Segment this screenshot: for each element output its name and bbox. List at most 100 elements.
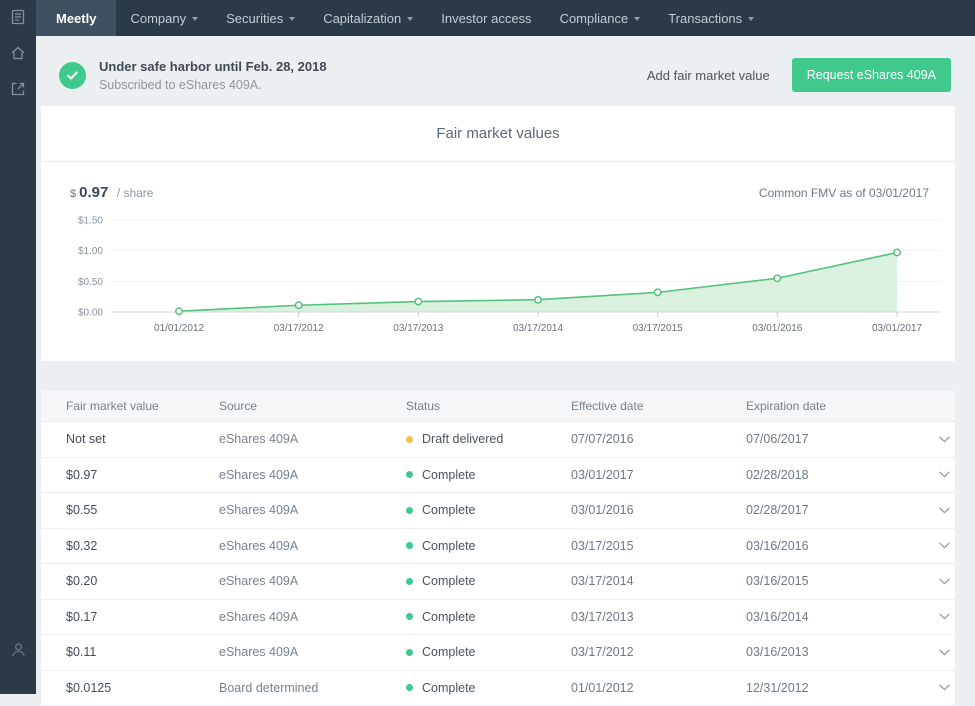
nav-item-label: Capitalization xyxy=(323,11,401,26)
nav-item[interactable]: Securities xyxy=(212,0,309,36)
status-label: Complete xyxy=(422,539,476,553)
effective-date-cell: 03/17/2013 xyxy=(571,610,746,624)
source-cell: eShares 409A xyxy=(219,539,406,553)
svg-text:$1.00: $1.00 xyxy=(78,246,103,257)
header-source: Source xyxy=(219,399,406,413)
effective-date-cell: 01/01/2012 xyxy=(571,681,746,695)
fmv-as-of-note: Common FMV as of 03/01/2017 xyxy=(759,186,929,200)
export-icon[interactable] xyxy=(10,81,26,102)
banner-title: Under safe harbor until Feb. 28, 2018 xyxy=(99,59,327,74)
left-icon-rail xyxy=(0,0,36,694)
svg-text:03/01/2016: 03/01/2016 xyxy=(752,323,802,334)
status-cell: Draft delivered xyxy=(406,432,571,446)
fmv-currency: $ xyxy=(70,188,76,200)
nav-item-label: Securities xyxy=(226,11,283,26)
status-cell: Complete xyxy=(406,503,571,517)
effective-date-cell: 03/01/2016 xyxy=(571,503,746,517)
row-expand-button[interactable] xyxy=(939,684,968,691)
table-row[interactable]: $0.97 eShares 409A Complete 03/01/2017 0… xyxy=(41,458,955,494)
fmv-cell: $0.0125 xyxy=(66,681,219,695)
source-cell: eShares 409A xyxy=(219,645,406,659)
nav-brand[interactable]: Meetly xyxy=(36,0,116,36)
status-cell: Complete xyxy=(406,645,571,659)
user-icon[interactable] xyxy=(10,641,27,663)
table-row[interactable]: $0.11 eShares 409A Complete 03/17/2012 0… xyxy=(41,635,955,671)
status-cell: Complete xyxy=(406,610,571,624)
source-cell: eShares 409A xyxy=(219,432,406,446)
svg-text:03/17/2015: 03/17/2015 xyxy=(633,323,683,334)
nav-item[interactable]: Transactions xyxy=(654,0,768,36)
fmv-unit: / share xyxy=(117,186,154,200)
status-cell: Complete xyxy=(406,574,571,588)
fmv-card: Fair market values $0.97 / share Common … xyxy=(41,106,955,361)
status-dot-icon xyxy=(406,578,413,585)
status-label: Complete xyxy=(422,645,476,659)
effective-date-cell: 03/17/2014 xyxy=(571,574,746,588)
expiration-date-cell: 03/16/2014 xyxy=(746,610,939,624)
banner-subtitle: Subscribed to eShares 409A. xyxy=(99,78,327,92)
row-expand-button[interactable] xyxy=(939,542,968,549)
status-label: Draft delivered xyxy=(422,432,503,446)
row-expand-button[interactable] xyxy=(939,471,968,478)
expiration-date-cell: 03/16/2013 xyxy=(746,645,939,659)
row-expand-button[interactable] xyxy=(939,613,968,620)
expiration-date-cell: 02/28/2018 xyxy=(746,468,939,482)
status-dot-icon xyxy=(406,507,413,514)
fmv-table: Fair market value Source Status Effectiv… xyxy=(41,391,955,706)
request-eshares-409a-button[interactable]: Request eShares 409A xyxy=(792,58,951,92)
status-label: Complete xyxy=(422,468,476,482)
home-icon[interactable] xyxy=(10,45,26,66)
table-row[interactable]: $0.20 eShares 409A Complete 03/17/2014 0… xyxy=(41,564,955,600)
documents-icon[interactable] xyxy=(10,9,26,30)
table-row[interactable]: $0.17 eShares 409A Complete 03/17/2013 0… xyxy=(41,600,955,636)
table-header-row: Fair market value Source Status Effectiv… xyxy=(41,391,955,422)
header-status: Status xyxy=(406,399,571,413)
status-dot-icon xyxy=(406,436,413,443)
effective-date-cell: 03/17/2012 xyxy=(571,645,746,659)
fmv-cell: $0.17 xyxy=(66,610,219,624)
fmv-cell: Not set xyxy=(66,432,219,446)
table-row[interactable]: Not set eShares 409A Draft delivered 07/… xyxy=(41,422,955,458)
status-label: Complete xyxy=(422,574,476,588)
status-dot-icon xyxy=(406,471,413,478)
header-expiration-date: Expiration date xyxy=(746,399,939,413)
fmv-cell: $0.32 xyxy=(66,539,219,553)
row-expand-button[interactable] xyxy=(939,649,968,656)
effective-date-cell: 03/17/2015 xyxy=(571,539,746,553)
status-dot-icon xyxy=(406,649,413,656)
nav-item-label: Company xyxy=(130,11,186,26)
nav-item-label: Compliance xyxy=(560,11,629,26)
table-row[interactable]: $0.32 eShares 409A Complete 03/17/2015 0… xyxy=(41,529,955,565)
fmv-cell: $0.20 xyxy=(66,574,219,588)
check-circle-icon xyxy=(59,62,86,89)
caret-down-icon xyxy=(634,17,640,21)
card-title: Fair market values xyxy=(436,125,559,142)
svg-text:$0.50: $0.50 xyxy=(78,277,103,288)
status-label: Complete xyxy=(422,503,476,517)
svg-text:03/01/2017: 03/01/2017 xyxy=(872,323,922,334)
status-dot-icon xyxy=(406,684,413,691)
nav-item[interactable]: Investor access xyxy=(427,0,545,36)
source-cell: eShares 409A xyxy=(219,503,406,517)
status-cell: Complete xyxy=(406,539,571,553)
expiration-date-cell: 03/16/2016 xyxy=(746,539,939,553)
header-effective-date: Effective date xyxy=(571,399,746,413)
fmv-cell: $0.55 xyxy=(66,503,219,517)
row-expand-button[interactable] xyxy=(939,436,968,443)
nav-item-label: Investor access xyxy=(441,11,531,26)
expiration-date-cell: 03/16/2015 xyxy=(746,574,939,588)
status-dot-icon xyxy=(406,542,413,549)
source-cell: Board determined xyxy=(219,681,406,695)
row-expand-button[interactable] xyxy=(939,578,968,585)
caret-down-icon xyxy=(407,17,413,21)
nav-item[interactable]: Compliance xyxy=(546,0,655,36)
status-cell: Complete xyxy=(406,681,571,695)
table-row[interactable]: $0.0125 Board determined Complete 01/01/… xyxy=(41,671,955,706)
table-row[interactable]: $0.55 eShares 409A Complete 03/01/2016 0… xyxy=(41,493,955,529)
nav-item[interactable]: Company xyxy=(116,0,212,36)
status-label: Complete xyxy=(422,610,476,624)
row-expand-button[interactable] xyxy=(939,507,968,514)
add-fair-market-value-link[interactable]: Add fair market value xyxy=(647,68,770,83)
nav-item[interactable]: Capitalization xyxy=(309,0,427,36)
effective-date-cell: 03/01/2017 xyxy=(571,468,746,482)
